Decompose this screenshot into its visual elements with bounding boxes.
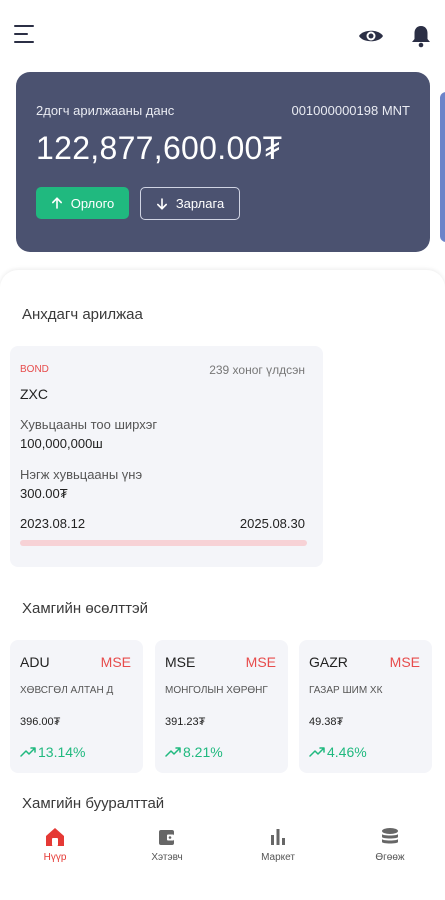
menu-icon[interactable] bbox=[14, 25, 36, 45]
bond-unit-price-label: Нэгж хувьцааны үнэ bbox=[20, 467, 143, 482]
bond-end-date: 2025.08.30 bbox=[239, 516, 305, 531]
bond-card[interactable]: BOND 239 хоног үлдсэн ZXC Хувьцааны тоо … bbox=[10, 346, 323, 567]
stock-exchange: MSE bbox=[389, 654, 420, 670]
stock-name: ХӨВСГӨЛ АЛТАН Д bbox=[20, 685, 114, 696]
coins-stack-icon bbox=[382, 828, 398, 844]
account-name: 2догч арилжааны данс bbox=[36, 103, 175, 118]
bond-days-left: 239 хоног үлдсэн bbox=[209, 363, 305, 377]
nav-item-market[interactable]: Маркет bbox=[238, 826, 318, 874]
stock-change-value: 4.46% bbox=[327, 744, 367, 760]
home-icon bbox=[46, 828, 64, 846]
stock-change: 4.46% bbox=[309, 744, 367, 760]
bar-chart-icon bbox=[271, 829, 285, 845]
wallet-icon bbox=[159, 830, 174, 845]
stock-ticker: MSE bbox=[165, 654, 196, 670]
nav-item-home[interactable]: Нүүр bbox=[15, 826, 95, 874]
stock-name: МОНГОЛЫН ХӨРӨНГ bbox=[165, 685, 268, 696]
bond-progress-bar bbox=[20, 540, 307, 546]
stock-exchange: MSE bbox=[100, 654, 131, 670]
stock-price: 396.00₮ bbox=[20, 716, 61, 728]
bond-unit-price-value: 300.00₮ bbox=[20, 486, 68, 501]
bottom-nav: Нүүр Хэтэвч Маркет Өгөөж bbox=[0, 822, 445, 900]
income-button-label: Орлого bbox=[70, 195, 115, 211]
nav-label-market: Маркет bbox=[261, 852, 295, 863]
stock-card[interactable]: MSE MSE МОНГОЛЫН ХӨРӨНГ 391.23₮ 8.21% bbox=[155, 640, 288, 773]
stock-price: 49.38₮ bbox=[309, 716, 344, 728]
trend-up-icon bbox=[165, 747, 181, 757]
top-bar bbox=[0, 0, 445, 72]
expense-button[interactable]: Зарлага bbox=[140, 187, 240, 220]
primary-market-title: Анхдагч арилжаа bbox=[22, 306, 143, 323]
top-losers-title: Хамгийн бууралттай bbox=[22, 795, 165, 812]
stock-change: 13.14% bbox=[20, 744, 85, 760]
bell-icon[interactable] bbox=[410, 24, 432, 48]
bond-tag: BOND bbox=[20, 364, 49, 375]
account-balance: 122,877,600.00₮ bbox=[36, 130, 283, 166]
nav-item-returns[interactable]: Өгөөж bbox=[350, 826, 430, 874]
bond-code: ZXC bbox=[20, 386, 48, 402]
bond-quantity-value: 100,000,000ш bbox=[20, 436, 103, 451]
expense-button-label: Зарлага bbox=[175, 196, 225, 211]
nav-label-home: Нүүр bbox=[43, 852, 67, 863]
account-number: 001000000198 MNT bbox=[291, 103, 410, 118]
stock-ticker: GAZR bbox=[309, 654, 348, 670]
stock-change-value: 13.14% bbox=[38, 744, 86, 760]
bond-start-date: 2023.08.12 bbox=[20, 516, 86, 531]
bond-quantity-label: Хувьцааны тоо ширхэг bbox=[20, 417, 158, 432]
stock-change: 8.21% bbox=[165, 744, 223, 760]
account-card[interactable]: 2догч арилжааны данс 001000000198 MNT 12… bbox=[16, 72, 430, 252]
nav-item-wallet[interactable]: Хэтэвч bbox=[127, 826, 207, 874]
next-account-card-peek[interactable] bbox=[440, 92, 445, 242]
income-button[interactable]: Орлого bbox=[36, 187, 129, 219]
arrow-down-icon bbox=[156, 197, 167, 210]
trend-up-icon bbox=[309, 747, 325, 757]
stock-price: 391.23₮ bbox=[165, 716, 206, 728]
top-gainers-title: Хамгийн өсөлттэй bbox=[22, 600, 149, 617]
trend-up-icon bbox=[20, 747, 36, 757]
stock-change-value: 8.21% bbox=[183, 744, 223, 760]
stock-exchange: MSE bbox=[245, 654, 276, 670]
nav-label-returns: Өгөөж bbox=[375, 852, 405, 863]
stock-card[interactable]: GAZR MSE ГАЗАР ШИМ ХК 49.38₮ 4.46% bbox=[299, 640, 432, 773]
arrow-up-icon bbox=[51, 197, 62, 209]
stock-name: ГАЗАР ШИМ ХК bbox=[309, 685, 383, 696]
stock-ticker: ADU bbox=[20, 654, 50, 670]
stock-card[interactable]: ADU MSE ХӨВСГӨЛ АЛТАН Д 396.00₮ 13.14% bbox=[10, 640, 143, 773]
nav-label-wallet: Хэтэвч bbox=[151, 852, 183, 863]
eye-icon[interactable] bbox=[358, 26, 384, 46]
